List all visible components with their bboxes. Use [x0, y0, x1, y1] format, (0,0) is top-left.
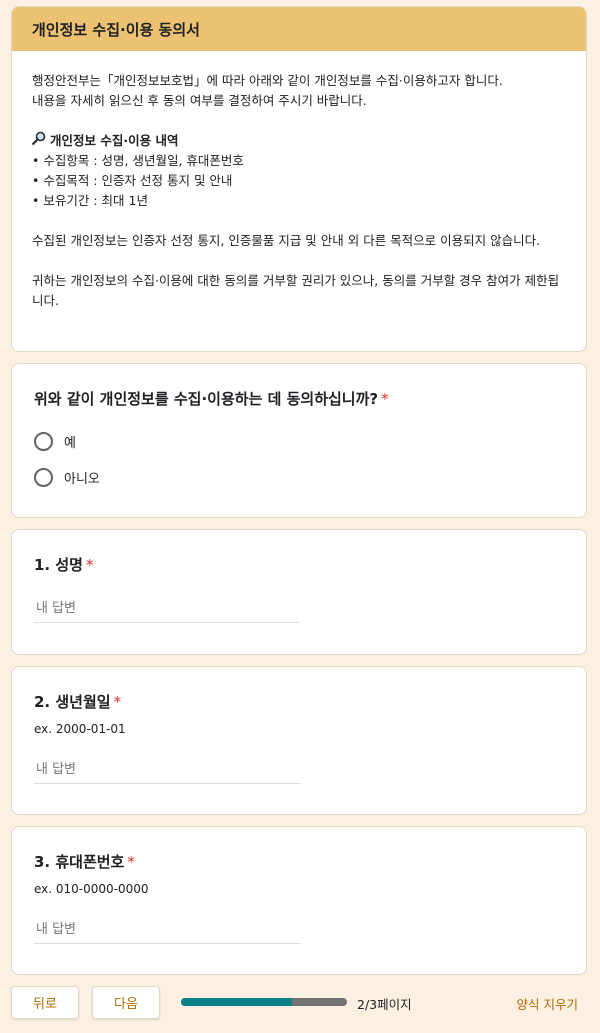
phone-question-card: 3. 휴대폰번호 * ex. 010-0000-0000: [11, 826, 587, 975]
radio-option-yes[interactable]: 예: [34, 431, 564, 451]
birthdate-hint: ex. 2000-01-01: [34, 722, 126, 736]
consent-section-title: 개인정보 수집·이용 내역: [50, 133, 179, 148]
agree-question-text: 위와 같이 개인정보를 수집·이용하는 데 동의하십니까?: [34, 390, 379, 408]
progress-bar: [181, 998, 347, 1006]
consent-intro-line2: 내용을 자세히 읽으신 후 동의 여부를 결정하여 주시기 바랍니다.: [32, 93, 367, 108]
birthdate-question-card: 2. 생년월일 * ex. 2000-01-01: [11, 666, 587, 815]
form-footer: 뒤로 다음 2/3페이지 양식 지우기: [11, 986, 587, 1019]
agree-question-card: 위와 같이 개인정보를 수집·이용하는 데 동의하십니까? * 예 아니오: [11, 363, 587, 518]
birthdate-answer-input[interactable]: [34, 758, 300, 784]
list-item: 보유기간 : 최대 1년: [32, 191, 566, 211]
name-question-card: 1. 성명 *: [11, 529, 587, 655]
next-button[interactable]: 다음: [92, 986, 160, 1019]
phone-hint: ex. 010-0000-0000: [34, 882, 149, 896]
radio-button-no[interactable]: [34, 467, 53, 487]
consent-section: 개인정보 수집·이용 내역 수집항목 : 성명, 생년월일, 휴대폰번호 수집목…: [32, 131, 566, 211]
birthdate-question-title: 2. 생년월일 *: [34, 691, 564, 712]
name-question-title: 1. 성명 *: [34, 554, 564, 575]
progress-text: 2/3페이지: [357, 997, 412, 1012]
consent-title: 개인정보 수집·이용 동의서: [12, 7, 586, 51]
consent-note-refusal: 귀하는 개인정보의 수집·이용에 대한 동의를 거부할 권리가 있으나, 동의를…: [32, 273, 560, 308]
radio-button-yes[interactable]: [34, 431, 53, 451]
phone-question-title: 3. 휴대폰번호 *: [34, 851, 564, 872]
magnifier-icon: [32, 131, 46, 151]
list-item: 수집목적 : 인증자 선정 통지 및 안내: [32, 171, 566, 191]
name-answer-input[interactable]: [34, 597, 300, 623]
consent-note-usage: 수집된 개인정보는 인증자 선정 통지, 인증물품 지급 및 안내 외 다른 목…: [32, 233, 541, 248]
consent-intro: 행정안전부는「개인정보보호법」에 따라 아래와 같이 개인정보를 수집·이용하고…: [32, 71, 566, 111]
list-item: 수집항목 : 성명, 생년월일, 휴대폰번호: [32, 151, 566, 171]
birthdate-question-text: 2. 생년월일: [34, 693, 111, 711]
consent-card: 개인정보 수집·이용 동의서 행정안전부는「개인정보보호법」에 따라 아래와 같…: [11, 6, 587, 352]
required-mark: *: [381, 390, 389, 408]
consent-intro-line1: 행정안전부는「개인정보보호법」에 따라 아래와 같이 개인정보를 수집·이용하고…: [32, 73, 503, 88]
agree-question-title: 위와 같이 개인정보를 수집·이용하는 데 동의하십니까? *: [34, 388, 564, 409]
radio-label-no: 아니오: [64, 471, 100, 487]
clear-form-link[interactable]: 양식 지우기: [517, 994, 578, 1013]
radio-option-no[interactable]: 아니오: [34, 467, 564, 487]
required-mark: *: [113, 693, 122, 711]
progress-bar-fill: [181, 998, 292, 1006]
phone-answer-input[interactable]: [34, 918, 300, 944]
consent-body: 행정안전부는「개인정보보호법」에 따라 아래와 같이 개인정보를 수집·이용하고…: [12, 51, 586, 311]
radio-label-yes: 예: [64, 435, 76, 451]
consent-section-heading: 개인정보 수집·이용 내역: [32, 131, 566, 151]
consent-items-list: 수집항목 : 성명, 생년월일, 휴대폰번호 수집목적 : 인증자 선정 통지 …: [32, 151, 566, 211]
name-question-text: 1. 성명: [34, 556, 83, 574]
required-mark: *: [127, 853, 135, 871]
required-mark: *: [85, 556, 94, 574]
back-button[interactable]: 뒤로: [11, 986, 79, 1019]
phone-question-text: 3. 휴대폰번호: [34, 853, 125, 871]
